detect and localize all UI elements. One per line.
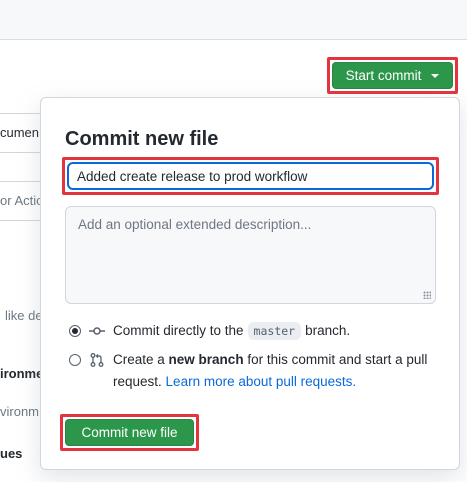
option-label: Create a new branch for this commit and … [113, 352, 428, 389]
new-branch-option[interactable]: Create a new branch for this commit and … [69, 352, 427, 393]
branch-name-chip: master [247, 322, 302, 340]
new-branch-emphasis: new branch [168, 352, 244, 367]
commit-new-file-button[interactable]: Commit new file [65, 419, 194, 446]
git-commit-icon [89, 327, 105, 335]
new-branch-radio[interactable] [69, 354, 81, 366]
popover-title: Commit new file [65, 128, 219, 150]
start-commit-button[interactable]: Start commit [332, 62, 453, 89]
option-label: Commit directly to the master branch. [113, 322, 351, 340]
commit-summary-input[interactable] [67, 162, 434, 190]
background-text: like de [5, 308, 43, 323]
commit-button-highlight: Commit new file [60, 414, 199, 451]
caret-down-icon [431, 73, 440, 78]
page: cumen or Actio like de ironme vironm ues… [0, 0, 467, 482]
description-placeholder: Add an optional extended description... [78, 217, 312, 232]
start-commit-label: Start commit [345, 68, 422, 83]
commit-direct-option[interactable]: Commit directly to the master branch. [69, 322, 351, 340]
background-heading: ues [0, 446, 23, 461]
commit-direct-radio[interactable] [69, 325, 81, 337]
background-text: vironm [0, 404, 40, 419]
commit-popover: Commit new file Add an optional extended… [40, 97, 460, 470]
resize-grip-icon[interactable] [423, 291, 431, 299]
top-bar [0, 0, 467, 40]
start-commit-highlight: Start commit [327, 57, 458, 94]
background-heading: ironme [0, 366, 44, 381]
background-text: cumen [0, 125, 40, 140]
background-text: or Actio [0, 193, 44, 208]
commit-description-textarea[interactable]: Add an optional extended description... [65, 206, 436, 304]
learn-more-link[interactable]: Learn more about pull requests. [166, 374, 357, 389]
git-pull-request-icon [90, 353, 104, 367]
summary-highlight [62, 157, 439, 195]
